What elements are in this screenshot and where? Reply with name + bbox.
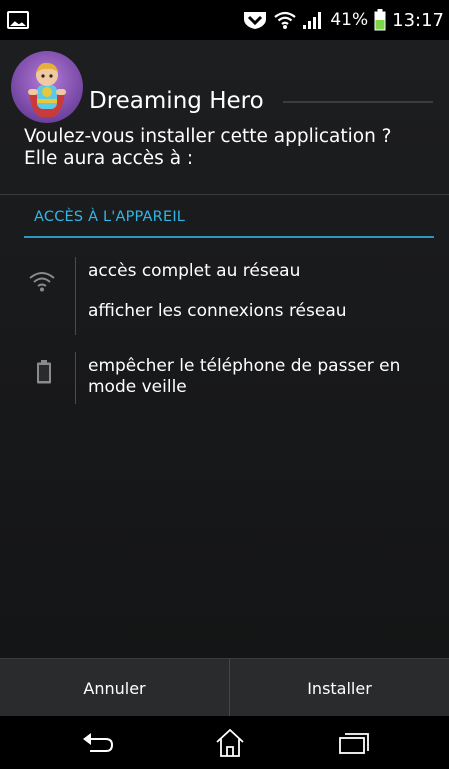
back-icon[interactable] bbox=[78, 726, 118, 760]
battery-icon bbox=[36, 360, 52, 388]
battery-percent: 41% bbox=[330, 10, 369, 30]
section-rule bbox=[24, 236, 434, 238]
app-name: Dreaming Hero bbox=[89, 88, 264, 114]
permission-group-network: accès complet au réseau afficher les con… bbox=[0, 253, 449, 339]
app-icon bbox=[11, 51, 83, 123]
status-icons: 41% 13:17 bbox=[242, 8, 444, 32]
status-bar: 41% 13:17 bbox=[0, 0, 449, 40]
permissions-section-title: ACCÈS À L'APPAREIL bbox=[34, 209, 186, 225]
permission-item: accès complet au réseau bbox=[88, 261, 301, 281]
home-icon[interactable] bbox=[210, 726, 250, 760]
install-dialog: Dreaming Hero Voulez-vous installer cett… bbox=[0, 40, 449, 658]
gallery-icon bbox=[7, 11, 29, 29]
permission-group-battery: empêcher le téléphone de passer en mode … bbox=[0, 348, 449, 408]
permission-item-line-1: empêcher le téléphone de passer en bbox=[88, 356, 401, 376]
permission-item: afficher les connexions réseau bbox=[88, 301, 347, 321]
recent-apps-icon[interactable] bbox=[334, 726, 374, 760]
clock: 13:17 bbox=[392, 9, 444, 31]
prompt-line-2: Elle aura accès à : bbox=[24, 148, 194, 169]
permission-item-line-2: mode veille bbox=[88, 377, 187, 397]
signal-icon bbox=[302, 10, 324, 30]
cancel-button[interactable]: Annuler bbox=[0, 659, 229, 717]
permission-item: empêcher le téléphone de passer en mode … bbox=[88, 356, 400, 398]
wifi-icon bbox=[274, 10, 297, 30]
permission-group-line bbox=[75, 352, 76, 404]
navigation-bar bbox=[0, 716, 449, 769]
permission-group-line bbox=[75, 257, 76, 335]
wifi-icon bbox=[28, 269, 56, 297]
install-prompt: Voulez-vous installer cette application … bbox=[24, 126, 444, 170]
install-button[interactable]: Installer bbox=[230, 659, 449, 717]
divider bbox=[0, 194, 449, 195]
prompt-line-1: Voulez-vous installer cette application … bbox=[24, 126, 392, 147]
notification-shield-icon bbox=[242, 10, 268, 30]
battery-icon bbox=[374, 9, 386, 31]
dialog-button-bar: Annuler Installer bbox=[0, 658, 449, 717]
title-divider bbox=[283, 101, 433, 103]
